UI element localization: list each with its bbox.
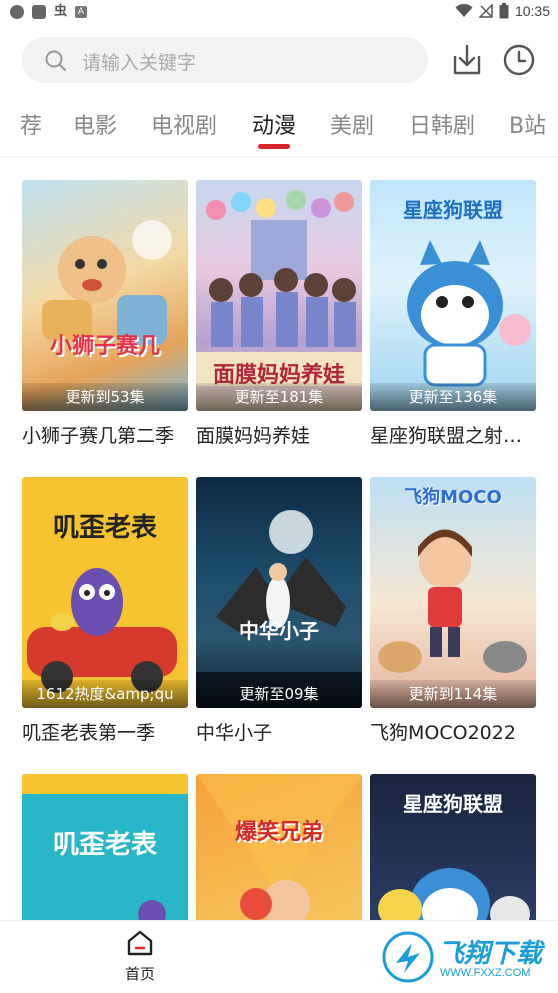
poster-title-art: 星座狗联盟 [403, 198, 503, 222]
status-time: 10:35 [514, 3, 550, 19]
video-card[interactable]: 小狮子赛几 更新到53集 小狮子赛几第二季 [22, 180, 188, 448]
home-icon [127, 930, 153, 956]
tab-movies[interactable]: 电影 [73, 108, 117, 140]
watermark-logo-icon [382, 931, 434, 983]
update-badge: 1612热度&amp;qu [22, 680, 188, 708]
tab-jk-drama[interactable]: 日韩剧 [409, 108, 475, 140]
poster-image: 星座狗联盟 更新至136集 [370, 180, 536, 411]
nav-home[interactable]: 首页 [110, 929, 170, 987]
poster-image: 面膜妈妈养娃 更新至181集 [196, 180, 362, 411]
watermark-text: 飞翔下载 [438, 939, 543, 969]
active-tab-indicator [258, 144, 290, 149]
video-card[interactable]: 飞狗MOCO 更新到114集 飞狗MOCO2022 [370, 477, 536, 745]
status-icons-right: 10:35 [455, 3, 550, 19]
bottom-navigation: 首页 飞翔下载 WWW.FXXZ.COM [0, 920, 558, 993]
update-badge: 更新至136集 [370, 383, 536, 411]
card-title: 星座狗联盟之射手小狼 [370, 425, 536, 447]
tab-bilibili[interactable]: B站 [509, 108, 546, 140]
update-badge: 更新至181集 [196, 383, 362, 411]
nav-home-label: 首页 [124, 965, 155, 983]
search-icon [45, 50, 67, 72]
card-title: 飞狗MOCO2022 [370, 722, 516, 744]
poster-title-art: 飞狗MOCO [404, 487, 502, 508]
card-title: 小狮子赛几第二季 [22, 425, 175, 447]
poster-image: 星座狗联盟 [370, 774, 536, 920]
poster-image: 爆笑兄弟 [196, 774, 362, 920]
poster-image: 飞狗MOCO 更新到114集 [370, 477, 536, 708]
search-input[interactable]: 请输入关键字 [22, 37, 428, 83]
tab-recommend[interactable]: 荐 [20, 108, 42, 140]
video-card[interactable]: 叽歪老表 1612热度&amp;qu 叽歪老表第一季 [22, 477, 188, 745]
notification-dot-icon [10, 5, 24, 19]
poster-title-art: 爆笑兄弟 [234, 820, 323, 845]
poster-image: 小狮子赛几 更新到53集 [22, 180, 188, 411]
history-button[interactable] [501, 42, 537, 78]
site-watermark: 飞翔下载 WWW.FXXZ.COM [382, 927, 552, 987]
poster-title-art: 叽歪老表 [52, 513, 157, 543]
video-card[interactable]: 叽歪老表 [22, 774, 188, 920]
poster-title-art: 中华小子 [239, 619, 319, 643]
update-badge: 更新至09集 [196, 680, 362, 708]
app-notification-glyph: 虫 [54, 4, 68, 19]
download-button[interactable] [449, 42, 485, 78]
poster-image: 叽歪老表 1612热度&amp;qu [22, 477, 188, 708]
status-bar: 虫 A 10:35 [0, 0, 558, 26]
tabs-divider [0, 156, 558, 157]
tab-us-drama[interactable]: 美剧 [330, 108, 374, 140]
video-card[interactable]: 中华小子 更新至09集 中华小子 [196, 477, 362, 745]
card-title: 面膜妈妈养娃 [196, 425, 311, 447]
video-card[interactable]: 星座狗联盟 更新至136集 星座狗联盟之射手小狼 [370, 180, 536, 448]
video-card[interactable]: 面膜妈妈养娃 更新至181集 面膜妈妈养娃 [196, 180, 362, 448]
no-signal-icon [478, 4, 493, 18]
poster-image: 中华小子 更新至09集 [196, 477, 362, 708]
notification-square-icon [32, 5, 46, 19]
search-placeholder: 请输入关键字 [82, 52, 197, 74]
content-grid: 小狮子赛几 更新到53集 小狮子赛几第二季 面膜妈妈养娃 更新至181集 面膜妈… [0, 180, 558, 920]
video-card[interactable]: 爆笑兄弟 [196, 774, 362, 920]
poster-title-art: 叽歪老表 [52, 830, 157, 860]
tab-tv-series[interactable]: 电视剧 [151, 108, 217, 140]
clock-icon [503, 44, 535, 76]
poster-image: 叽歪老表 [22, 774, 188, 920]
wifi-icon [455, 4, 473, 17]
watermark-url: WWW.FXXZ.COM [440, 967, 531, 979]
update-badge: 更新到53集 [22, 383, 188, 411]
tab-anime[interactable]: 动漫 [252, 108, 296, 140]
update-badge: 更新到114集 [370, 680, 536, 708]
poster-title-art: 星座狗联盟 [403, 792, 503, 816]
card-title: 叽歪老表第一季 [22, 722, 156, 744]
video-card[interactable]: 星座狗联盟 [370, 774, 536, 920]
download-icon [453, 44, 481, 75]
poster-title-art: 小狮子赛几 [49, 334, 160, 359]
battery-icon [499, 3, 509, 19]
app-notification-badge: A [75, 6, 88, 18]
status-icons-left: 虫 A [10, 4, 88, 20]
card-title: 中华小子 [196, 722, 273, 744]
